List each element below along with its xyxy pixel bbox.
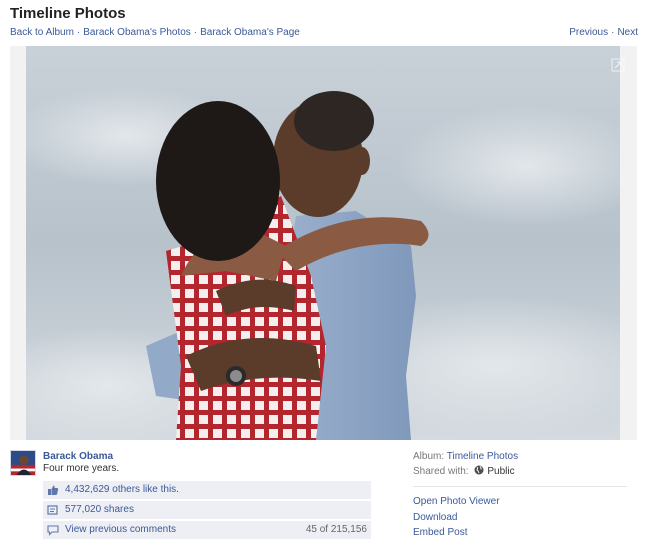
shares-link[interactable]: 577,020 shares [65,504,134,515]
shared-with-label: Shared with: [413,466,469,477]
page-title: Timeline Photos [10,5,126,22]
feedback-box: 4,432,629 others like this. 577,020 shar… [43,481,371,541]
comment-count: 45 of 215,156 [305,524,367,535]
expand-icon[interactable] [611,58,625,72]
breadcrumb: Back to Album · Barack Obama's Photos · Bara… [10,26,300,40]
photo-caption: Four more years. [43,463,120,474]
view-previous-comments-link[interactable]: View previous comments [65,524,176,535]
photo-actions: Open Photo Viewer Download Embed Post [413,494,500,541]
open-photo-viewer-link[interactable]: Open Photo Viewer [413,496,500,507]
likes-link[interactable]: 4,432,629 others like this. [65,484,179,495]
breadcrumb-separator: · [76,27,81,38]
owner-photos-link[interactable]: Barack Obama's Photos [83,27,191,38]
album-label: Album: [413,451,445,462]
shares-row: 577,020 shares [43,501,371,519]
post-author: Barack Obama Four more years. [10,450,370,480]
privacy-value[interactable]: Public [487,466,514,477]
share-icon [47,505,58,515]
download-link[interactable]: Download [413,512,457,523]
comment-bubble-icon [47,525,59,536]
owner-page-link[interactable]: Barack Obama's Page [200,27,300,38]
album-link[interactable]: Timeline Photos [447,451,518,462]
back-to-album-link[interactable]: Back to Album [10,27,74,38]
photo-stage [10,46,637,440]
main-photo[interactable] [26,46,620,440]
comments-row: View previous comments 45 of 215,156 [43,521,371,539]
meta-divider [413,486,627,487]
breadcrumb-separator: · [193,27,198,38]
album-row: Album: Timeline Photos [413,450,518,463]
photo-header: Timeline Photos Back to Album · Barack Oba… [10,4,638,38]
previous-link[interactable]: Previous [569,27,608,38]
thumbs-up-icon[interactable] [47,484,59,496]
next-link[interactable]: Next [617,27,638,38]
pager-separator: · [611,27,615,38]
privacy-row: Shared with: Public [413,465,515,478]
avatar[interactable] [10,450,36,476]
globe-icon [474,465,484,475]
likes-row: 4,432,629 others like this. [43,481,371,499]
photo-pager: Previous · Next [569,26,638,40]
embed-post-link[interactable]: Embed Post [413,527,467,538]
